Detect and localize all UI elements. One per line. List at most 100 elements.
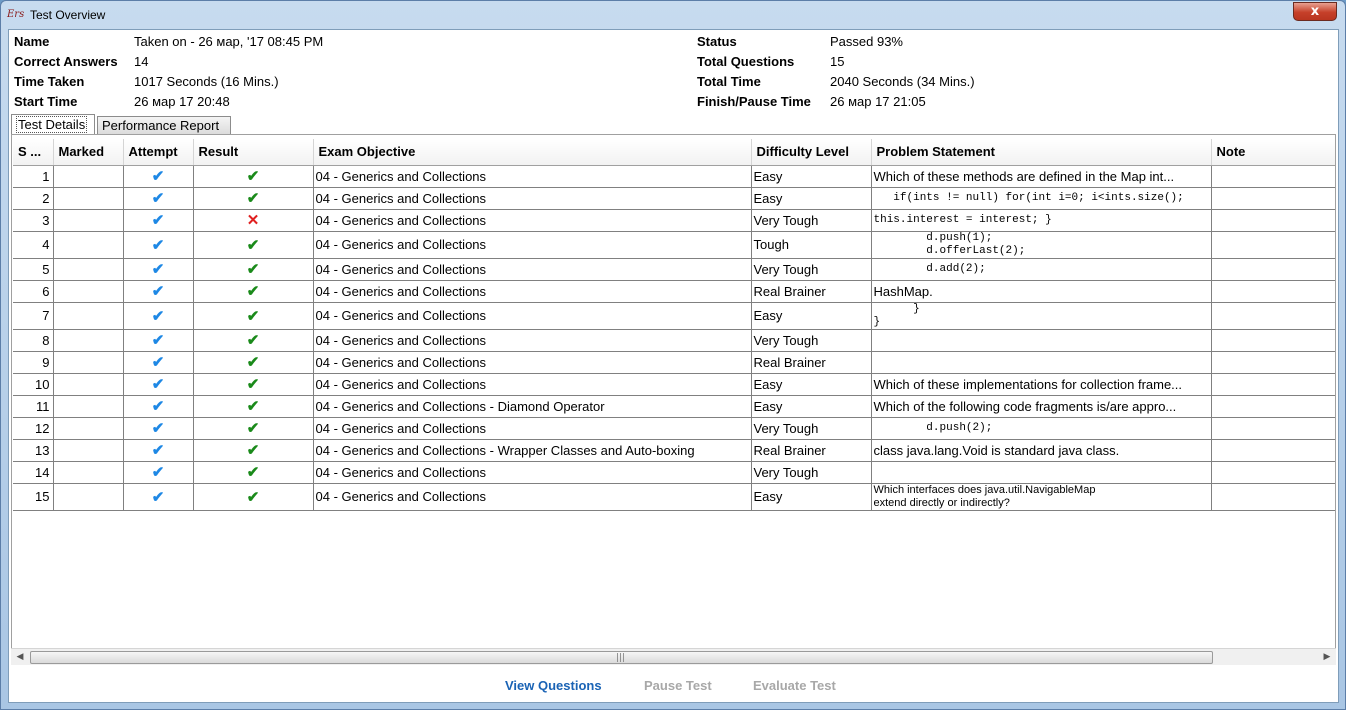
tab-performance-report[interactable]: Performance Report (97, 116, 231, 134)
serial-cell: 11 (13, 395, 54, 418)
attempt-cell: ✔ (123, 395, 194, 418)
attempt-cell: ✔ (123, 258, 194, 281)
result-cell: ✔ (193, 351, 314, 374)
marked-cell (53, 351, 124, 374)
horizontal-scrollbar[interactable]: ◀ ||| ▶ (11, 648, 1336, 665)
check-icon: ✔ (151, 332, 165, 349)
table-row[interactable]: 9 ✔ ✔ 04 - Generics and Collections Real Bra… (13, 351, 1335, 374)
difficulty-cell: Easy (751, 165, 872, 188)
problem-statement-cell: class java.lang.Void is standard java cl… (871, 439, 1212, 462)
result-cell: ✔ (193, 395, 314, 418)
scrollbar-thumb[interactable]: ||| (30, 651, 1213, 664)
marked-cell (53, 209, 124, 232)
check-icon: ✔ (151, 283, 165, 300)
difficulty-cell: Real Brainer (751, 280, 872, 303)
note-cell (1211, 417, 1335, 440)
note-cell (1211, 439, 1335, 462)
exam-objective-cell: 04 - Generics and Collections (313, 483, 752, 511)
table-row[interactable]: 8 ✔ ✔ 04 - Generics and Collections Very Tou… (13, 329, 1335, 352)
exam-objective-cell: 04 - Generics and Collections (313, 302, 752, 330)
difficulty-cell: Real Brainer (751, 351, 872, 374)
attempt-cell: ✔ (123, 209, 194, 232)
serial-cell: 4 (13, 231, 54, 259)
check-icon: ✔ (151, 488, 165, 506)
check-icon: ✔ (246, 190, 260, 207)
exam-objective-cell: 04 - Generics and Collections (313, 187, 752, 210)
attempt-cell: ✔ (123, 417, 194, 440)
result-cell: ✔ (193, 483, 314, 511)
view-questions-button[interactable]: View Questions (505, 678, 602, 693)
table-row[interactable]: 7 ✔ ✔ 04 - Generics and Collections Easy } } (13, 302, 1335, 330)
table-row[interactable]: 11 ✔ ✔ 04 - Generics and Collections - Diam… (13, 395, 1335, 418)
evaluate-test-button[interactable]: Evaluate Test (753, 678, 836, 693)
result-cell: ✕ (193, 209, 314, 232)
table-row[interactable]: 4 ✔ ✔ 04 - Generics and Collections Tough d.… (13, 231, 1335, 259)
scroll-right-arrow-icon[interactable]: ▶ (1321, 651, 1333, 663)
difficulty-cell: Easy (751, 395, 872, 418)
column-header-result[interactable]: Result (193, 139, 314, 166)
check-icon: ✔ (151, 354, 165, 371)
serial-cell: 9 (13, 351, 54, 374)
difficulty-cell: Tough (751, 231, 872, 259)
column-header-marked[interactable]: Marked (53, 139, 124, 166)
column-header-exam-objective[interactable]: Exam Objective (313, 139, 752, 166)
column-header-note[interactable]: Note (1211, 139, 1335, 166)
finish-time-label: Finish/Pause Time (697, 94, 811, 109)
check-icon: ✔ (151, 190, 165, 207)
title-bar[interactable]: Ers Test Overview x (1, 1, 1345, 29)
check-icon: ✔ (246, 442, 260, 459)
difficulty-cell: Very Tough (751, 258, 872, 281)
column-header-problem-statement[interactable]: Problem Statement (871, 139, 1212, 166)
exam-objective-cell: 04 - Generics and Collections (313, 373, 752, 396)
table-row[interactable]: 5 ✔ ✔ 04 - Generics and Collections Very Tou… (13, 258, 1335, 281)
table-row[interactable]: 14 ✔ ✔ 04 - Generics and Collections Very To… (13, 461, 1335, 484)
pause-test-button[interactable]: Pause Test (644, 678, 712, 693)
difficulty-cell: Very Tough (751, 417, 872, 440)
attempt-cell: ✔ (123, 302, 194, 330)
result-cell: ✔ (193, 439, 314, 462)
difficulty-cell: Very Tough (751, 329, 872, 352)
finish-time-value: 26 мар 17 21:05 (830, 94, 926, 109)
column-header-difficulty[interactable]: Difficulty Level (751, 139, 872, 166)
table-body: 1 ✔ ✔ 04 - Generics and Collections Easy Whic… (13, 165, 1335, 511)
check-icon: ✔ (246, 488, 260, 506)
exam-objective-cell: 04 - Generics and Collections (313, 258, 752, 281)
table-row[interactable]: 10 ✔ ✔ 04 - Generics and Collections Easy Whi… (13, 373, 1335, 396)
exam-objective-cell: 04 - Generics and Collections (313, 461, 752, 484)
check-icon: ✔ (151, 464, 165, 481)
note-cell (1211, 302, 1335, 330)
table-row[interactable]: 3 ✔ ✕ 04 - Generics and Collections Very Tou… (13, 209, 1335, 232)
attempt-cell: ✔ (123, 280, 194, 303)
table-row[interactable]: 12 ✔ ✔ 04 - Generics and Collections Very To… (13, 417, 1335, 440)
note-cell (1211, 280, 1335, 303)
result-cell: ✔ (193, 258, 314, 281)
table-row[interactable]: 2 ✔ ✔ 04 - Generics and Collections Easy if(… (13, 187, 1335, 210)
total-questions-label: Total Questions (697, 54, 795, 69)
check-icon: ✔ (151, 168, 165, 185)
note-cell (1211, 231, 1335, 259)
attempt-cell: ✔ (123, 373, 194, 396)
table-row[interactable]: 6 ✔ ✔ 04 - Generics and Collections Real Bra… (13, 280, 1335, 303)
total-time-label: Total Time (697, 74, 761, 89)
note-cell (1211, 461, 1335, 484)
note-cell (1211, 329, 1335, 352)
serial-cell: 14 (13, 461, 54, 484)
table-row[interactable]: 15 ✔ ✔ 04 - Generics and Collections Easy Whi… (13, 483, 1335, 511)
column-header-attempt[interactable]: Attempt (123, 139, 194, 166)
result-cell: ✔ (193, 302, 314, 330)
check-icon: ✔ (246, 332, 260, 349)
attempt-cell: ✔ (123, 329, 194, 352)
difficulty-cell: Easy (751, 483, 872, 511)
table-row[interactable]: 13 ✔ ✔ 04 - Generics and Collections - Wrap… (13, 439, 1335, 462)
attempt-cell: ✔ (123, 483, 194, 511)
column-header-serial[interactable]: S ... (13, 139, 54, 166)
tab-test-details[interactable]: Test Details (11, 114, 95, 135)
scroll-left-arrow-icon[interactable]: ◀ (14, 651, 26, 663)
table-header-row: S ... Marked Attempt Result Exam Objecti… (13, 139, 1335, 166)
check-icon: ✔ (246, 420, 260, 437)
check-icon: ✔ (151, 261, 165, 278)
table-row[interactable]: 1 ✔ ✔ 04 - Generics and Collections Easy Whic… (13, 165, 1335, 188)
serial-cell: 13 (13, 439, 54, 462)
close-button[interactable]: x (1293, 2, 1337, 21)
summary-panel: Name Taken on - 26 мар, '17 08:45 PM Cor… (9, 30, 1338, 114)
